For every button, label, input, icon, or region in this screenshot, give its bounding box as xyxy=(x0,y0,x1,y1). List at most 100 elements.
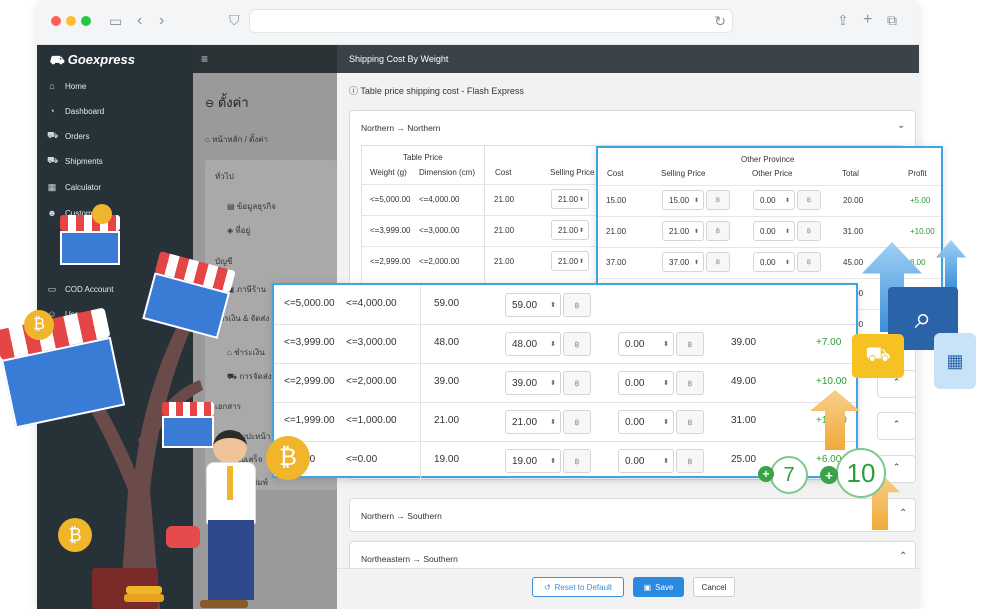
zoom-cell-dimension: <=2,000.00 xyxy=(346,376,397,387)
spinner-icon[interactable]: ⬍ xyxy=(663,340,669,348)
zoom-selling-input[interactable]: 21.00 ⬍ xyxy=(505,410,561,434)
spinner-icon[interactable]: ⬍ xyxy=(785,259,790,266)
divider xyxy=(420,402,421,441)
spinner-icon[interactable]: ⬍ xyxy=(785,228,790,235)
sidebar-item-orders[interactable]: ⛟ Orders xyxy=(47,126,89,146)
forward-icon[interactable]: › xyxy=(159,13,164,29)
zoom-selling-input[interactable]: 48.00 ⬍ xyxy=(505,332,561,356)
tabs-overview-icon[interactable]: ⧉ xyxy=(887,13,897,27)
currency-addon: ฿ xyxy=(797,190,821,210)
logo-truck-icon: ⛟ xyxy=(49,53,65,67)
breadcrumb-home[interactable]: หน้าหลัก xyxy=(212,135,242,144)
save-label: Save xyxy=(655,582,674,592)
divider xyxy=(420,285,421,324)
app-logo[interactable]: ⛟ Goexpress xyxy=(49,52,135,69)
op-other-price-input[interactable]: 0.00 ⬍ xyxy=(753,190,795,210)
shield-icon: ⛉ xyxy=(229,12,240,28)
selling-price-input[interactable]: 21.00 ⬍ xyxy=(551,251,589,271)
coin-icon: ₿ xyxy=(58,518,92,552)
home-icon: ⌂ xyxy=(205,135,210,144)
chevron-up-icon[interactable]: ⌃ xyxy=(899,508,907,519)
spinner-icon[interactable]: ⬍ xyxy=(550,457,556,465)
spinner-icon[interactable]: ⬍ xyxy=(694,228,699,235)
route-title[interactable]: Northern → Northern xyxy=(361,123,440,133)
op-col-profit: Profit xyxy=(908,169,927,178)
spinner-icon[interactable]: ⬍ xyxy=(579,196,584,203)
breadcrumb: ⌂ หน้าหลัก / ตั้งค่า xyxy=(205,133,268,146)
selling-price-input[interactable]: 21.00 ⬍ xyxy=(551,189,589,209)
divider xyxy=(274,324,856,325)
zoom-other-price-input[interactable]: 0.00 ⬍ xyxy=(618,332,674,356)
cell-weight: <=3,999.00 xyxy=(370,226,411,235)
badge-ten: 10 xyxy=(836,448,886,498)
zoom-cell-total: 31.00 xyxy=(731,415,757,426)
spinner-icon[interactable]: ⬍ xyxy=(550,418,556,426)
sidebar-item-home[interactable]: ⌂ Home xyxy=(47,76,86,96)
cell-cost: 21.00 xyxy=(494,195,515,204)
route-title[interactable]: Northern → Southern xyxy=(361,511,442,521)
maximize-window-dot[interactable] xyxy=(81,16,91,26)
spinner-icon[interactable]: ⬍ xyxy=(663,457,669,465)
spinner-icon[interactable]: ⬍ xyxy=(785,197,790,204)
spinner-icon[interactable]: ⬍ xyxy=(550,340,556,348)
zoom-selling-input[interactable]: 19.00 ⬍ xyxy=(505,449,561,473)
spinner-icon[interactable]: ⬍ xyxy=(579,227,584,234)
divider xyxy=(274,402,856,403)
chevron-up-icon[interactable]: ⌃ xyxy=(899,551,907,562)
zoom-other-value: 0.00 xyxy=(625,416,645,428)
menu-icon[interactable]: ≡ xyxy=(201,52,208,66)
close-window-dot[interactable] xyxy=(51,16,61,26)
route-title[interactable]: Northeastern → Southern xyxy=(361,554,458,564)
spinner-icon[interactable]: ⬍ xyxy=(579,258,584,265)
back-icon[interactable]: ‹ xyxy=(137,13,142,29)
address-bar[interactable]: ↻ xyxy=(249,9,733,33)
zoom-other-price-input[interactable]: 0.00 ⬍ xyxy=(618,371,674,395)
spinner-icon[interactable]: ⬍ xyxy=(550,301,556,309)
op-cell-total: 20.00 xyxy=(843,196,864,205)
sidebar-item-dashboard[interactable]: ◔ Dashboard xyxy=(47,101,104,121)
reset-button[interactable]: ↺ Reset to Default xyxy=(532,577,624,597)
currency-addon: ฿ xyxy=(563,293,591,317)
spinner-icon[interactable]: ⬍ xyxy=(550,379,556,387)
zoom-other-price-input[interactable]: 0.00 ⬍ xyxy=(618,449,674,473)
sidebar-toggle-icon[interactable]: ▭ xyxy=(109,14,122,28)
back-circle-icon[interactable]: ⊖ xyxy=(205,98,214,110)
plus-icon: + xyxy=(758,466,774,482)
zoom-selling-input[interactable]: 59.00 ⬍ xyxy=(505,293,561,317)
save-button[interactable]: ▣ Save xyxy=(633,577,684,597)
info-icon: ⓘ xyxy=(349,86,359,96)
new-tab-icon[interactable]: + xyxy=(863,12,872,28)
spinner-icon[interactable]: ⬍ xyxy=(694,259,699,266)
chevron-down-icon[interactable]: ⌄ xyxy=(897,120,905,131)
spinner-icon[interactable]: ⬍ xyxy=(694,197,699,204)
op-other-price-input[interactable]: 0.00 ⬍ xyxy=(753,221,795,241)
minimize-window-dot[interactable] xyxy=(66,16,76,26)
op-cell-cost: 15.00 xyxy=(606,196,627,205)
cart-icon: ⛟ xyxy=(47,130,59,140)
badge-seven: 7 xyxy=(770,456,808,494)
op-col-selling: Selling Price xyxy=(661,169,706,178)
breadcrumb-separator: / xyxy=(244,135,247,144)
sidebar-item-label: Shipments xyxy=(65,156,103,166)
spinner-icon[interactable]: ⬍ xyxy=(663,418,669,426)
reload-icon[interactable]: ↻ xyxy=(714,14,726,28)
zoom-cell-total: 39.00 xyxy=(731,337,757,348)
cancel-label: Cancel xyxy=(701,582,727,592)
sidebar-item-shipments[interactable]: ⛟ Shipments xyxy=(47,151,103,171)
zoom-cell-dimension: <=3,000.00 xyxy=(346,337,397,348)
cancel-button[interactable]: Cancel xyxy=(693,577,735,597)
cell-weight: <=2,999.00 xyxy=(370,257,411,266)
chevron-up-icon: ⌃ xyxy=(892,377,901,387)
selling-price-input[interactable]: 21.00 ⬍ xyxy=(551,220,589,240)
share-icon[interactable]: ⇪ xyxy=(837,13,849,27)
collapsed-accordion[interactable]: ⌃ xyxy=(877,412,916,440)
spinner-icon[interactable]: ⬍ xyxy=(663,379,669,387)
zoom-selling-input[interactable]: 39.00 ⬍ xyxy=(505,371,561,395)
op-other-price-input[interactable]: 0.00 ⬍ xyxy=(753,252,795,272)
divider xyxy=(274,441,856,442)
zoom-selling-value: 21.00 xyxy=(512,416,538,428)
zoom-other-price-input[interactable]: 0.00 ⬍ xyxy=(618,410,674,434)
op-selling-input[interactable]: 21.00 ⬍ xyxy=(662,221,704,241)
op-selling-input[interactable]: 15.00 ⬍ xyxy=(662,190,704,210)
op-selling-input[interactable]: 37.00 ⬍ xyxy=(662,252,704,272)
